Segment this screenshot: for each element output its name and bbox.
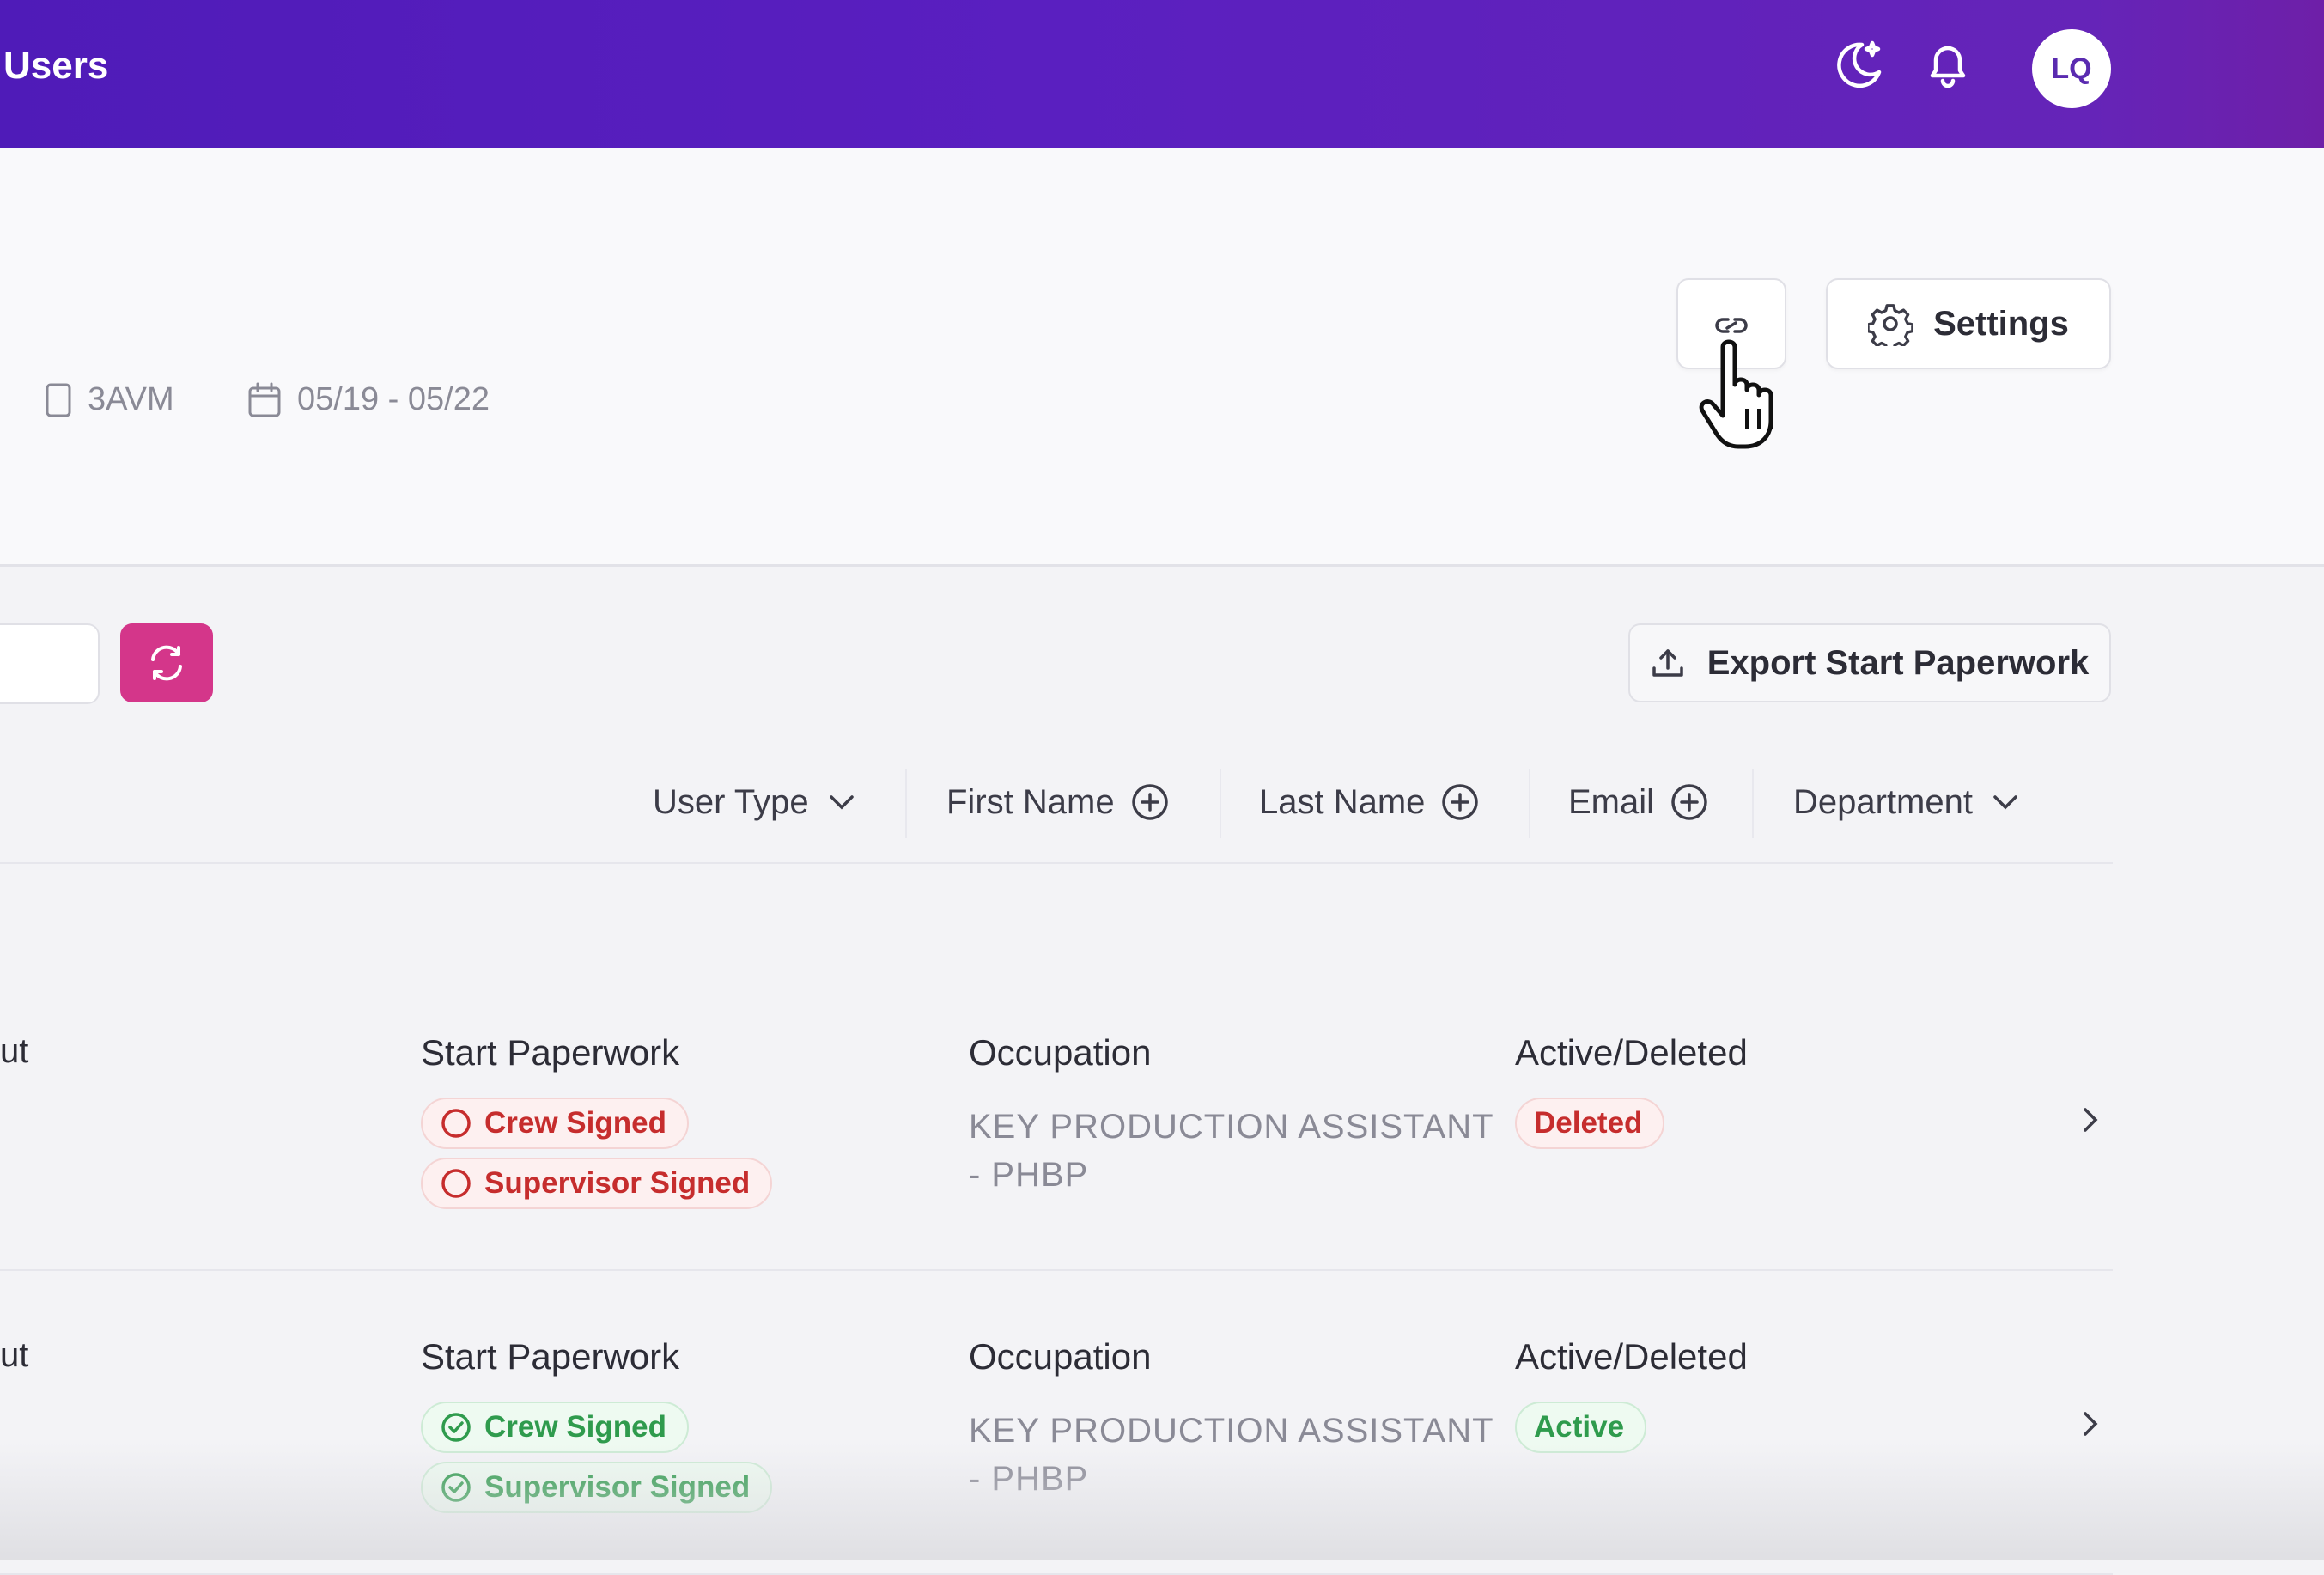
badge-label: Supervisor Signed <box>484 1166 751 1200</box>
export-start-paperwork-button[interactable]: Export Start Paperwork <box>1628 623 2111 702</box>
crew-signed-badge: Crew Signed <box>421 1098 689 1149</box>
phone-icon <box>46 383 71 417</box>
chevron-down-icon <box>829 795 854 810</box>
filter-label: Email <box>1568 782 1655 821</box>
moon-star-icon[interactable] <box>1828 34 1889 96</box>
chevron-right-icon[interactable] <box>2075 1408 2106 1439</box>
truncated-cell-text: ut <box>0 1336 29 1374</box>
start-paperwork-label: Start Paperwork <box>421 1336 680 1377</box>
hand-cursor-icon <box>1697 337 1800 450</box>
top-bar: Users LQ <box>0 0 2324 148</box>
occupation-line: - PHBP <box>969 1460 1089 1498</box>
truncated-cell-text: ut <box>0 1032 29 1070</box>
filter-label: First Name <box>946 782 1115 821</box>
occupation-line: - PHBP <box>969 1156 1089 1194</box>
avatar[interactable]: LQ <box>2032 29 2111 108</box>
filter-label: User Type <box>653 782 809 821</box>
filter-label: Department <box>1793 782 1973 821</box>
filter-user-type[interactable]: User Type <box>653 776 859 828</box>
start-paperwork-label: Start Paperwork <box>421 1032 680 1073</box>
upload-icon <box>1652 649 1683 677</box>
production-code-text: 3AVM <box>88 381 174 417</box>
production-code: 3AVM <box>45 381 174 418</box>
filter-department[interactable]: Department <box>1793 776 2023 828</box>
filter-last-name[interactable]: Last Name <box>1259 776 1480 828</box>
page-title: Users <box>3 45 109 87</box>
supervisor-signed-badge: Supervisor Signed <box>421 1462 773 1513</box>
table-row[interactable]: ut Start Paperwork Crew Signed Superviso… <box>0 967 2113 1271</box>
settings-button[interactable]: Settings <box>1826 278 2111 369</box>
status-label: Active/Deleted <box>1515 1032 1748 1073</box>
occupation-line: KEY PRODUCTION ASSISTANT <box>969 1412 1494 1450</box>
search-input[interactable] <box>0 623 100 704</box>
status-label: Active/Deleted <box>1515 1336 1748 1377</box>
refresh-button[interactable] <box>120 623 213 702</box>
bell-icon[interactable] <box>1917 34 1979 96</box>
production-dates: 05/19 - 05/22 <box>247 381 490 418</box>
production-dates-text: 05/19 - 05/22 <box>297 381 490 417</box>
badge-label: Crew Signed <box>484 1106 666 1140</box>
occupation-label: Occupation <box>969 1336 1152 1377</box>
check-circle-icon <box>441 1413 471 1442</box>
plus-circle-icon <box>1442 784 1479 820</box>
settings-label: Settings <box>1933 304 2069 343</box>
empty-circle-icon <box>441 1169 471 1198</box>
occupation-label: Occupation <box>969 1032 1152 1073</box>
status-badge: Active <box>1515 1402 1647 1453</box>
badge-label: Crew Signed <box>484 1410 666 1444</box>
plus-circle-icon <box>1671 784 1707 820</box>
filter-first-name[interactable]: First Name <box>946 776 1170 828</box>
gear-icon <box>1868 304 1913 346</box>
badge-label: Supervisor Signed <box>484 1470 751 1504</box>
supervisor-signed-badge: Supervisor Signed <box>421 1158 773 1209</box>
filter-label: Last Name <box>1259 782 1426 821</box>
filter-email[interactable]: Email <box>1568 776 1709 828</box>
refresh-icon <box>151 645 182 681</box>
empty-circle-icon <box>441 1109 471 1138</box>
check-circle-icon <box>441 1473 471 1502</box>
export-label: Export Start Paperwork <box>1706 643 2090 682</box>
plus-circle-icon <box>1131 784 1168 820</box>
column-filters: User Type First Name Last Name Email Dep… <box>0 769 2113 864</box>
status-badge: Deleted <box>1515 1098 1665 1149</box>
crew-signed-badge: Crew Signed <box>421 1402 689 1453</box>
chevron-right-icon[interactable] <box>2075 1104 2106 1135</box>
occupation-value: KEY PRODUCTION ASSISTANT - PHBP <box>969 1103 1501 1199</box>
calendar-icon <box>248 382 281 417</box>
link-icon <box>1715 318 1748 333</box>
occupation-value: KEY PRODUCTION ASSISTANT - PHBP <box>969 1407 1501 1503</box>
table-row[interactable]: ut Start Paperwork Crew Signed Superviso… <box>0 1271 2113 1575</box>
chevron-down-icon <box>1993 795 2017 810</box>
occupation-line: KEY PRODUCTION ASSISTANT <box>969 1108 1494 1146</box>
